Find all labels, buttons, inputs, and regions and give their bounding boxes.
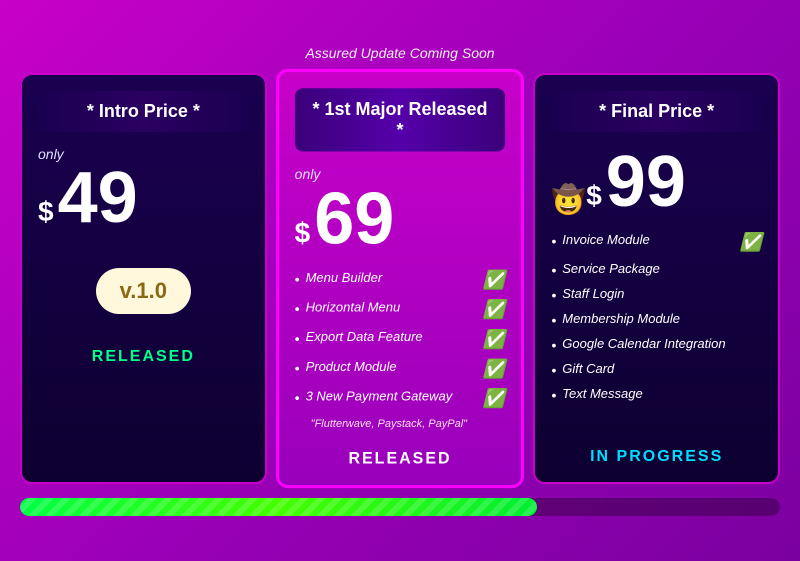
feature-label: Service Package — [562, 261, 660, 276]
crown-emoji: 🤠 — [551, 186, 586, 214]
major-price-section: only $ 69 — [295, 166, 506, 256]
final-price-dollar: $ — [586, 182, 602, 210]
major-status-text: RELEASED — [348, 450, 451, 467]
card-intro: * Intro Price * only $ 49 v.1.0 RELEASED — [20, 73, 267, 484]
list-item: • 3 New Payment Gateway ✅ — [295, 388, 506, 409]
bullet-icon: • — [551, 362, 556, 378]
intro-price-dollar: $ — [38, 198, 54, 226]
major-price-dollar: $ — [295, 219, 311, 248]
feature-label: Gift Card — [562, 361, 614, 376]
bullet-icon: • — [295, 330, 300, 346]
progress-bar-container — [20, 498, 780, 516]
list-item: • Invoice Module ✅ — [551, 232, 762, 253]
list-item: • Membership Module — [551, 311, 762, 328]
major-title: * 1st Major Released * — [295, 88, 506, 151]
intro-status-bar: RELEASED — [38, 348, 249, 366]
bullet-icon: • — [551, 337, 556, 353]
bullet-icon: • — [295, 300, 300, 316]
check-icon: ✅ — [483, 359, 505, 380]
intro-price-section: only $ 49 — [38, 146, 249, 234]
final-features-list: • Invoice Module ✅ • Service Package • S… — [551, 232, 762, 434]
major-features-list: • Menu Builder ✅ • Horizontal Menu ✅ • E… — [295, 270, 506, 418]
final-status-text: IN PROGRESS — [590, 448, 723, 465]
list-item: • Service Package — [551, 261, 762, 278]
feature-label: Export Data Feature — [306, 329, 423, 344]
feature-label: Invoice Module — [562, 232, 649, 247]
list-item: • Gift Card — [551, 361, 762, 378]
bullet-icon: • — [551, 312, 556, 328]
bullet-icon: • — [551, 233, 556, 249]
card-final: * Final Price * 🤠 $ 99 • Invoice Module … — [533, 73, 780, 484]
feature-label: 3 New Payment Gateway — [306, 388, 453, 403]
list-item: • Google Calendar Integration — [551, 336, 762, 353]
major-status-bar: RELEASED — [295, 450, 506, 468]
bullet-icon: • — [551, 262, 556, 278]
check-icon: ✅ — [483, 388, 505, 409]
list-item: • Product Module ✅ — [295, 359, 506, 380]
bullet-icon: • — [551, 387, 556, 403]
bullet-icon: • — [295, 389, 300, 405]
list-item: • Staff Login — [551, 286, 762, 303]
final-price-number: 99 — [606, 146, 686, 218]
intro-status-text: RELEASED — [92, 348, 195, 365]
bullet-icon: • — [295, 271, 300, 287]
feature-label: Product Module — [306, 359, 397, 374]
feature-label: Google Calendar Integration — [562, 336, 725, 351]
feature-label: Membership Module — [562, 311, 680, 326]
final-title: * Final Price * — [551, 91, 762, 132]
check-icon: ✅ — [483, 329, 505, 350]
bullet-icon: • — [551, 287, 556, 303]
list-item: • Horizontal Menu ✅ — [295, 299, 506, 320]
check-icon: ✅ — [740, 232, 762, 253]
list-item: • Export Data Feature ✅ — [295, 329, 506, 350]
card-major: * 1st Major Released * only $ 69 • Menu … — [276, 69, 525, 488]
cards-container: * Intro Price * only $ 49 v.1.0 RELEASED… — [20, 73, 780, 484]
intro-title: * Intro Price * — [38, 91, 249, 132]
feature-note: "Flutterwave, Paystack, PayPal" — [311, 418, 506, 430]
header-label: Assured Update Coming Soon — [305, 45, 494, 61]
bullet-icon: • — [295, 360, 300, 376]
check-icon: ✅ — [483, 270, 505, 291]
feature-label: Menu Builder — [306, 270, 383, 285]
version-badge: v.1.0 — [96, 268, 191, 314]
feature-label: Text Message — [562, 386, 642, 401]
intro-price-number: 49 — [58, 162, 138, 234]
final-price-section: 🤠 $ 99 — [551, 146, 762, 218]
feature-label: Staff Login — [562, 286, 624, 301]
feature-label: Horizontal Menu — [306, 299, 401, 314]
list-item: • Text Message — [551, 386, 762, 403]
check-icon: ✅ — [483, 299, 505, 320]
progress-bar-fill — [20, 498, 537, 516]
final-status-bar: IN PROGRESS — [551, 448, 762, 466]
major-price-number: 69 — [314, 182, 394, 255]
list-item: • Menu Builder ✅ — [295, 270, 506, 291]
